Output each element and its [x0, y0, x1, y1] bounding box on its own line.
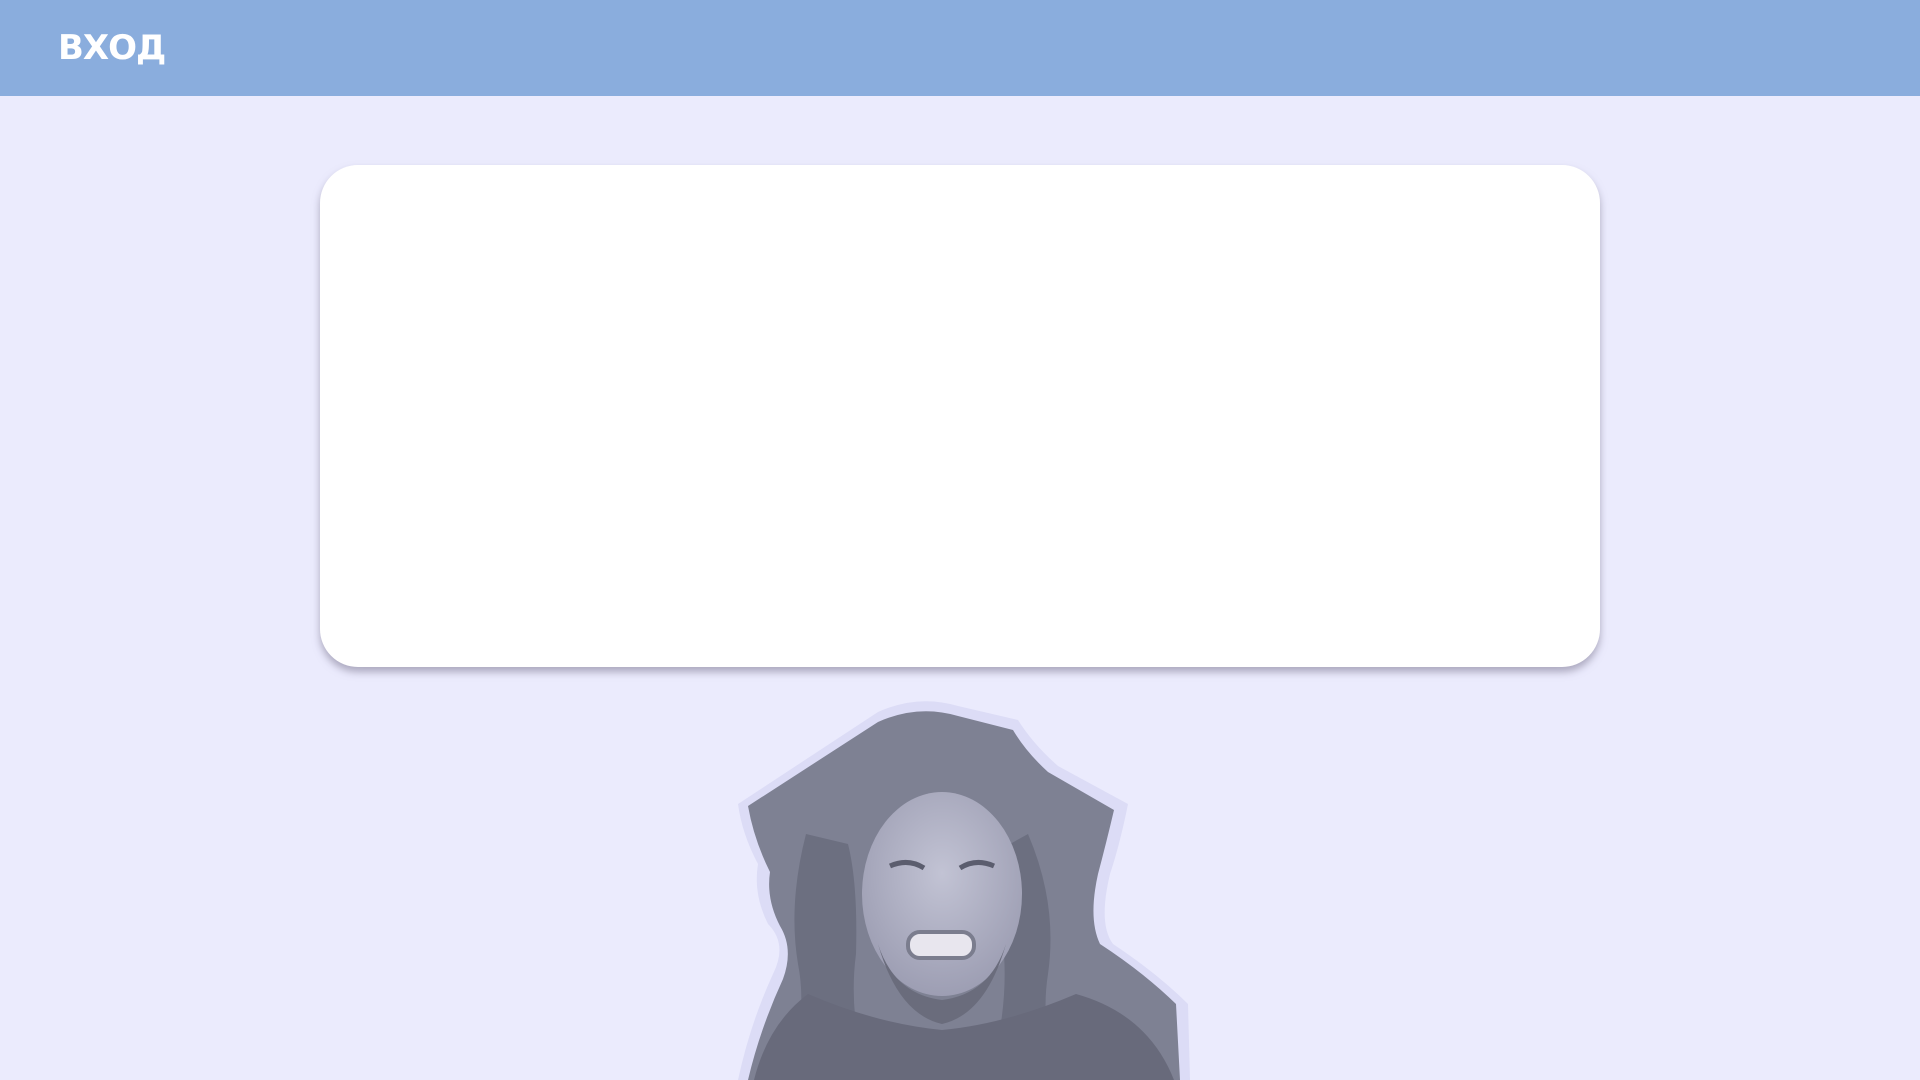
top-bar: ВХОД [0, 0, 1920, 96]
person-sticker-icon [738, 701, 1190, 1080]
mouth [906, 930, 976, 960]
page-title: ВХОД [58, 28, 166, 68]
content-panel [320, 165, 1600, 667]
